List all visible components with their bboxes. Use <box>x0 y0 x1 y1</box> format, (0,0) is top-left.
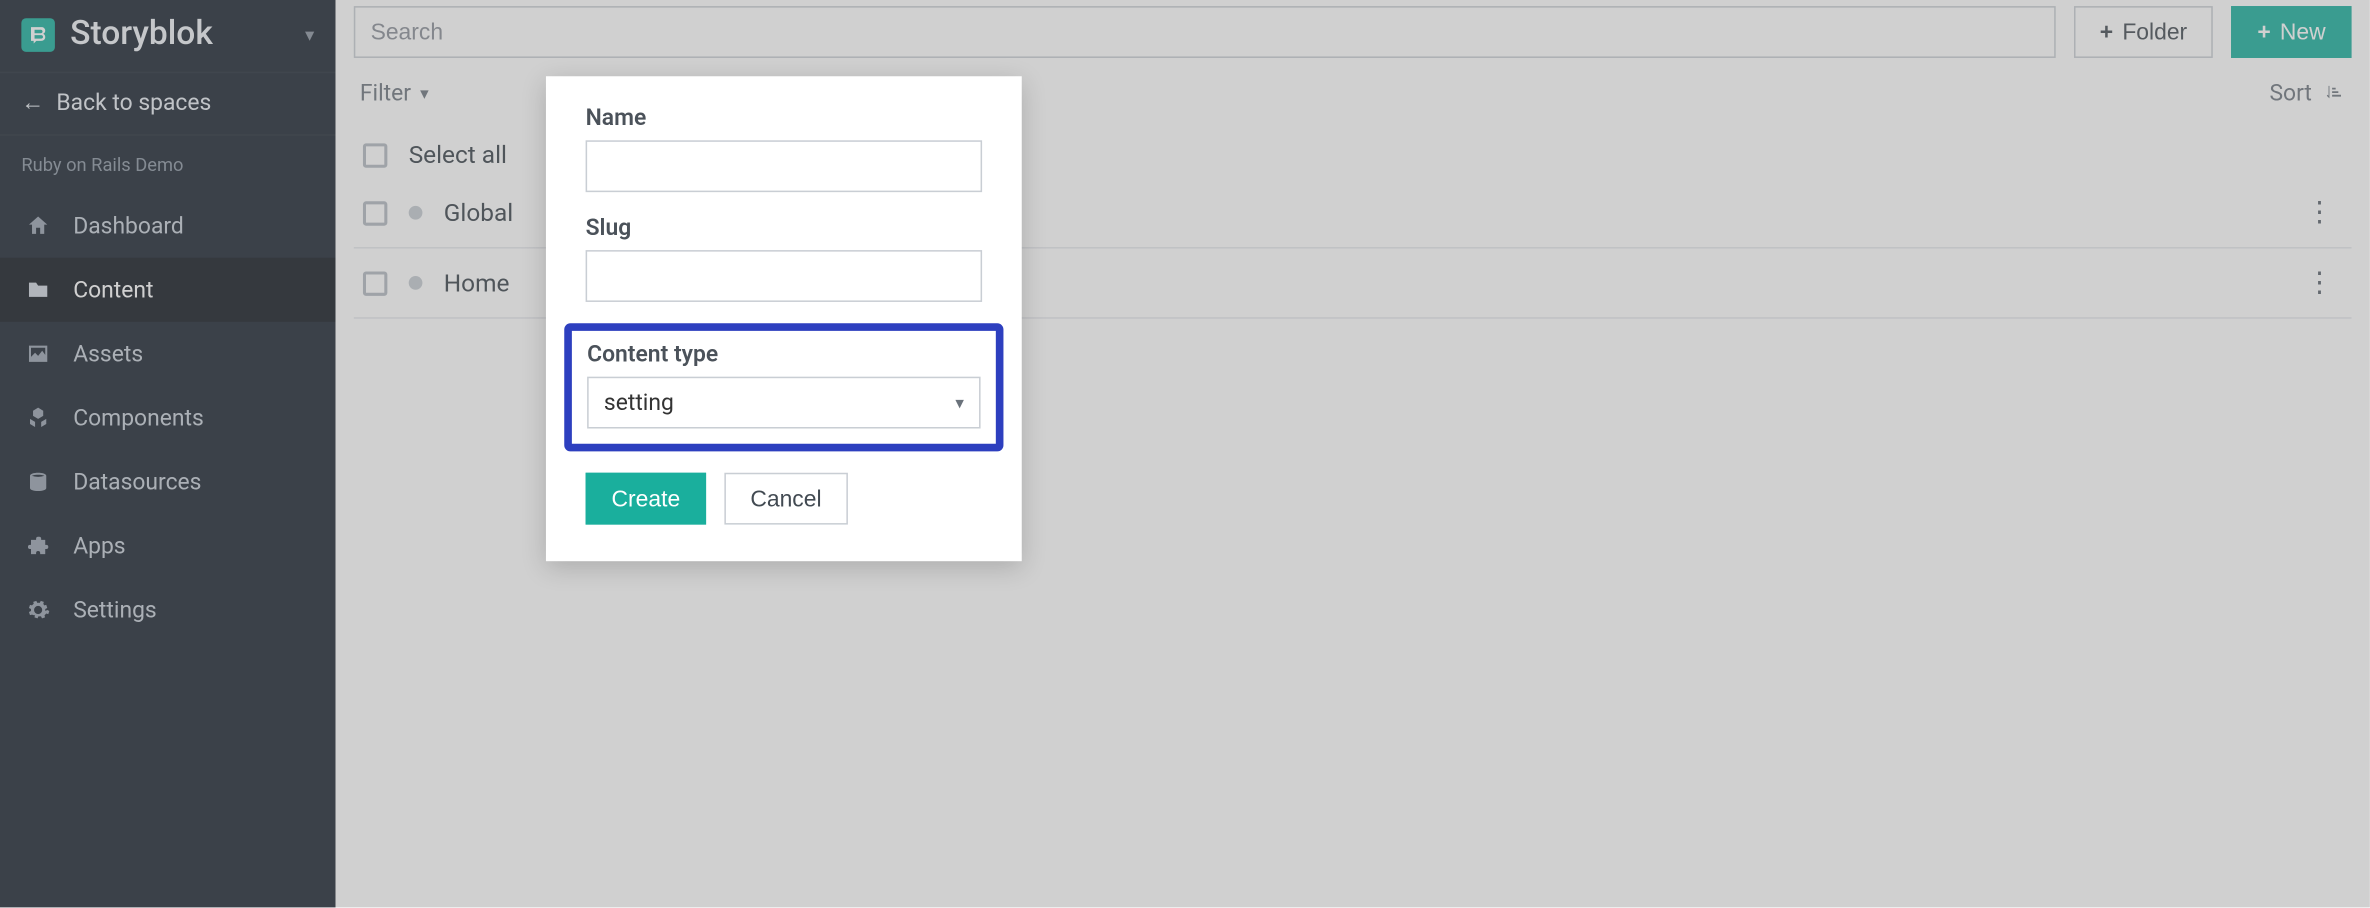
content-type-select[interactable]: setting ▾ <box>587 377 980 429</box>
name-field: Name <box>586 104 983 192</box>
content-type-highlight: Content type setting ▾ <box>564 323 1003 451</box>
caret-down-icon: ▾ <box>955 393 963 413</box>
modal-backdrop[interactable] <box>0 0 2370 907</box>
cancel-button-label: Cancel <box>750 486 821 512</box>
cancel-button[interactable]: Cancel <box>724 473 847 525</box>
content-type-value: setting <box>604 389 674 416</box>
content-type-label: Content type <box>587 340 980 367</box>
create-button[interactable]: Create <box>586 473 707 525</box>
name-input[interactable] <box>586 140 983 192</box>
slug-input[interactable] <box>586 250 983 302</box>
name-label: Name <box>586 104 983 131</box>
create-button-label: Create <box>612 486 681 512</box>
modal-actions: Create Cancel <box>586 473 983 525</box>
create-entry-modal: Name Slug Content type setting ▾ Create … <box>546 76 1022 561</box>
slug-label: Slug <box>586 214 983 241</box>
slug-field: Slug <box>586 214 983 302</box>
